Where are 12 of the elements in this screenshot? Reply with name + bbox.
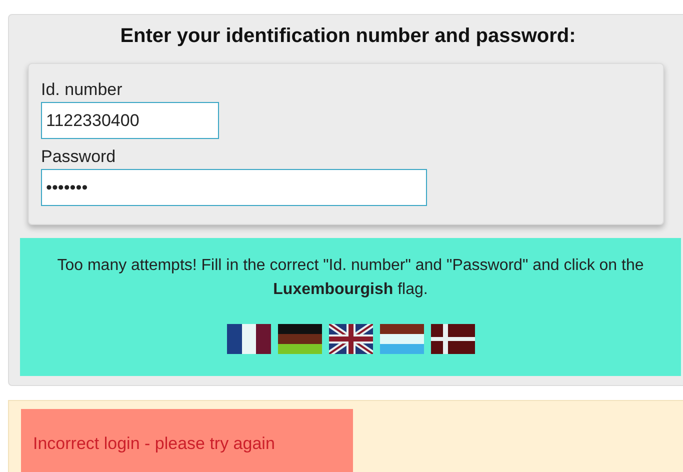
flag-button[interactable] [430,324,474,354]
flag-button[interactable] [278,324,322,354]
error-message: Incorrect login - please try again [21,409,353,472]
flag-button[interactable] [226,324,270,354]
input-field[interactable]: ••••••• [41,169,427,206]
flag-button[interactable] [380,324,424,354]
input-field[interactable]: 1122330400 [41,102,219,139]
field-label: Id. number [41,80,124,101]
notice-text: Too many attempts! Fill in the correct "Id. number" and "Password" and click on the Luxembourgish flag. [56,256,645,300]
field-label: Password [41,147,117,168]
panel-heading: Enter your identification number and password: [119,24,577,49]
flag-button[interactable] [328,324,372,354]
